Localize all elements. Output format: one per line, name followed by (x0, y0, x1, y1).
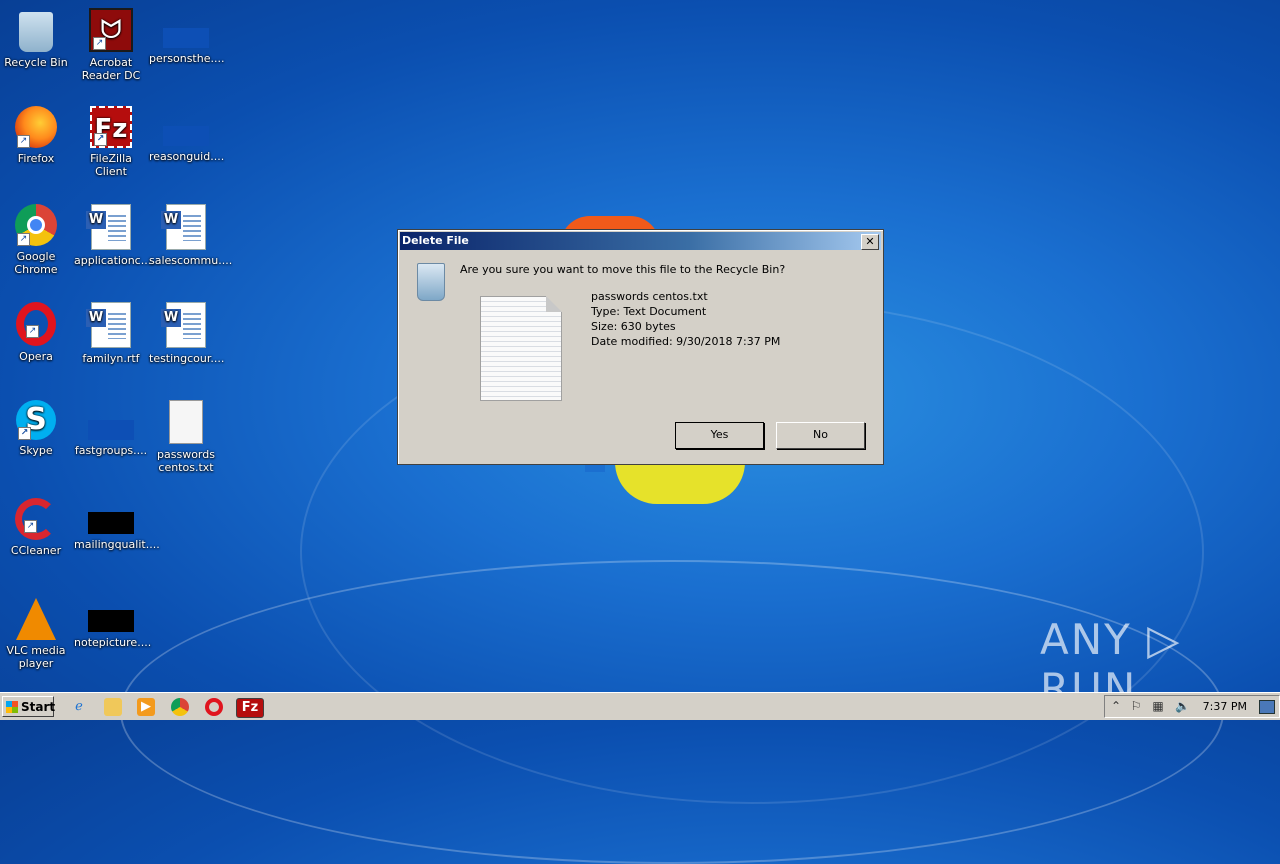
yes-button[interactable]: Yes (675, 422, 764, 449)
system-tray: ⌃ ⚐ ▦ 🔈 7:37 PM (1104, 695, 1280, 718)
clock[interactable]: 7:37 PM (1203, 700, 1247, 713)
file-type: Type: Text Document (591, 305, 707, 318)
black-file-icon (88, 610, 134, 632)
desktop-icon-testingcour[interactable]: W testingcour.... (149, 302, 225, 365)
word-document-icon: W (86, 204, 131, 250)
explorer-icon[interactable] (104, 698, 122, 716)
text-file-icon (169, 400, 203, 444)
desktop-icon-filezilla[interactable]: Fz ↗ FileZilla Client (74, 106, 148, 178)
desktop-icon-acrobat[interactable]: ᗢ ↗ Acrobat Reader DC (74, 8, 148, 82)
desktop-icon-label: Skype (19, 444, 53, 457)
desktop-icon-chrome[interactable]: ↗ Google Chrome (0, 204, 73, 276)
desktop-icon-applicationc[interactable]: W applicationc.... (74, 204, 155, 267)
desktop-icon-label: Firefox (17, 152, 55, 165)
desktop-icon-skype[interactable]: S ↗ Skype (0, 400, 73, 457)
file-size: Size: 630 bytes (591, 320, 676, 333)
acrobat-icon: ᗢ ↗ (89, 8, 133, 52)
desktop-icon-label: mailingqualit.... (74, 538, 160, 551)
file-modified: Date modified: 9/30/2018 7:37 PM (591, 335, 781, 348)
desktop-icon-familyn[interactable]: W familyn.rtf (74, 302, 148, 365)
start-label: Start (21, 700, 56, 714)
desktop-icon-reasonguid[interactable]: reasonguid.... (149, 106, 225, 163)
firefox-icon: ↗ (15, 106, 57, 148)
filezilla-icon: Fz ↗ (90, 106, 132, 148)
filezilla-icon[interactable]: Fz (236, 698, 264, 718)
file-info: passwords centos.txt Type: Text Document… (591, 289, 780, 349)
chrome-icon[interactable] (171, 698, 189, 716)
desktop-icon-label: familyn.rtf (82, 352, 140, 365)
word-document-icon: W (161, 204, 206, 250)
desktop-icon-label: personsthe.... (149, 52, 225, 65)
shortcut-arrow-icon: ↗ (26, 325, 39, 338)
desktop-icon-label: reasonguid.... (149, 150, 225, 163)
recycle-bin-icon (417, 263, 445, 301)
desktop-icon-firefox[interactable]: ↗ Firefox (0, 106, 73, 165)
shortcut-arrow-icon: ↗ (18, 427, 31, 440)
desktop-icon-label: VLC media player (6, 644, 66, 670)
ccleaner-icon: ↗ (15, 498, 57, 540)
desktop-icon-label: FileZilla Client (90, 152, 132, 178)
desktop-icon-label: CCleaner (10, 544, 62, 557)
shortcut-arrow-icon: ↗ (93, 37, 106, 50)
desktop-icon-mailingqualit[interactable]: mailingqualit.... (74, 498, 160, 551)
blank-file-icon (88, 420, 134, 440)
desktop-icon-ccleaner[interactable]: ↗ CCleaner (0, 498, 73, 557)
shortcut-arrow-icon: ↗ (94, 133, 107, 146)
desktop-icon-label: Acrobat Reader DC (81, 56, 141, 82)
internet-explorer-icon[interactable]: ℯ (70, 698, 88, 716)
delete-file-dialog: Delete File ✕ Are you sure you want to m… (397, 229, 884, 465)
confirm-question: Are you sure you want to move this file … (460, 263, 786, 276)
file-name: passwords centos.txt (591, 290, 708, 303)
desktop-icon-label: fastgroups.... (74, 444, 148, 457)
start-button[interactable]: Start (2, 696, 56, 717)
desktop-icon-label: Google Chrome (14, 250, 58, 276)
show-desktop-icon[interactable] (1259, 700, 1275, 714)
dialog-titlebar[interactable]: Delete File ✕ (400, 232, 881, 250)
desktop-icon-label: Recycle Bin (4, 56, 68, 69)
media-player-icon[interactable]: ▶ (137, 698, 155, 716)
opera-icon[interactable] (205, 698, 223, 716)
dialog-title: Delete File (402, 234, 469, 247)
no-button[interactable]: No (776, 422, 865, 449)
close-button[interactable]: ✕ (861, 234, 879, 250)
opera-icon: ↗ (16, 302, 56, 346)
recycle-bin-icon (19, 12, 53, 52)
desktop-icon-label: Opera (19, 350, 53, 363)
vlc-icon (16, 598, 56, 640)
blank-file-icon (163, 28, 209, 48)
desktop-icon-fastgroups[interactable]: fastgroups.... (74, 400, 148, 457)
text-file-preview-icon (480, 296, 562, 401)
chrome-icon: ↗ (15, 204, 57, 246)
desktop-icon-vlc[interactable]: VLC media player (0, 596, 73, 670)
desktop-icon-label: notepicture.... (74, 636, 152, 649)
shortcut-arrow-icon: ↗ (24, 520, 37, 533)
desktop-icon-label: applicationc.... (74, 254, 155, 267)
network-icon[interactable]: ▦ (1151, 699, 1165, 713)
word-document-icon: W (86, 302, 131, 348)
desktop-icon-label: salescommu.... (149, 254, 233, 267)
desktop-icon-salescommu[interactable]: W salescommu.... (149, 204, 233, 267)
word-document-icon: W (161, 302, 206, 348)
desktop-icon-notepicture[interactable]: notepicture.... (74, 596, 152, 649)
desktop-icon-personsthe[interactable]: personsthe.... (149, 8, 225, 65)
desktop-icon-label: passwords centos.txt (157, 448, 215, 474)
desktop-icon-recycle-bin[interactable]: Recycle Bin (0, 8, 73, 69)
action-center-flag-icon[interactable]: ⚐ (1129, 699, 1143, 713)
desktop-icon-opera[interactable]: ↗ Opera (0, 302, 73, 363)
blank-file-icon (163, 126, 209, 146)
shortcut-arrow-icon: ↗ (17, 233, 30, 246)
windows-logo-icon (6, 701, 18, 713)
desktop-icon-label: testingcour.... (149, 352, 225, 365)
black-file-icon (88, 512, 134, 534)
desktop-icon-passwords-centos[interactable]: passwords centos.txt (149, 400, 223, 474)
skype-icon: S ↗ (16, 400, 56, 440)
volume-icon[interactable]: 🔈 (1175, 699, 1190, 713)
taskbar: Start ℯ ▶ Fz ⌃ ⚐ ▦ 🔈 7:37 PM (0, 692, 1280, 720)
shortcut-arrow-icon: ↗ (17, 135, 30, 148)
chevron-up-icon[interactable]: ⌃ (1109, 699, 1123, 713)
